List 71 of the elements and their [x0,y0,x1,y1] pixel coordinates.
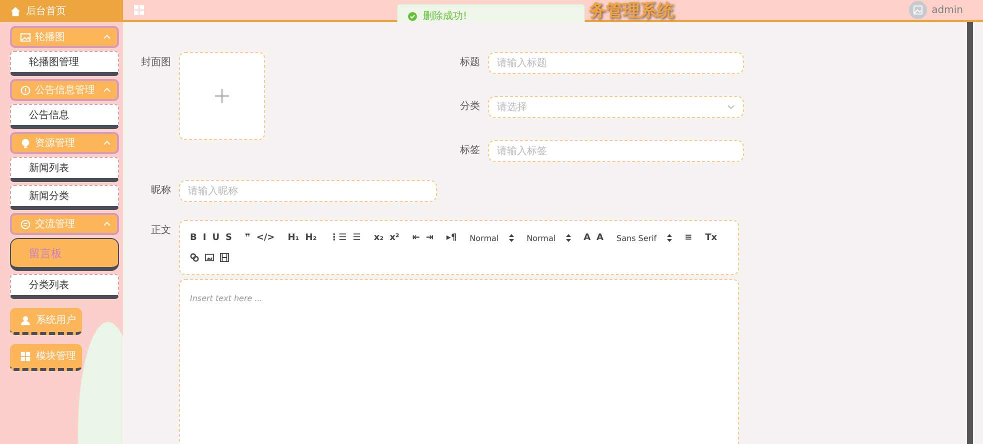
format-button[interactable]: </> [256,233,275,243]
field-label: 标题 [459,56,480,70]
input-field[interactable]: 请输入标签 [488,140,744,162]
menu-icon [20,84,31,96]
format-button[interactable]: Tx [705,233,718,243]
format-button[interactable]: ⇤ [412,233,420,243]
video-icon[interactable] [220,253,229,262]
format-button[interactable]: S [226,233,232,243]
format-button[interactable]: x² [390,233,400,243]
menu-item-label: 系统用户 [36,314,76,327]
select-placeholder: 请选择 [497,100,527,114]
home-icon [10,6,21,16]
menu-icon [20,138,31,148]
image-upload[interactable] [179,52,265,140]
toast-message: 删除成功! [423,10,468,23]
up-down-arrows-icon [566,234,571,242]
format-button[interactable]: H₂ [305,233,317,243]
menu-group-label: 轮播图 [35,30,65,44]
caret-up-icon [103,221,111,227]
chevron-down-icon [727,104,735,110]
format-picker[interactable]: Sans Serif [616,234,672,242]
format-button[interactable]: A [596,233,604,243]
menu-icon [20,32,31,42]
menu-group-label: 交流管理 [35,218,75,231]
check-icon [408,12,417,20]
field-label: 昵称 [150,184,171,198]
format-picker[interactable]: Normal [526,234,571,242]
format-button[interactable]: ▸¶ [446,233,457,243]
format-button[interactable]: B [190,233,197,243]
menu-group-label: 公告信息管理 [35,84,95,97]
submenu-item[interactable]: 新闻列表 [10,157,119,182]
submenu-item[interactable]: 分类列表 [10,274,119,299]
app-title: 务管理系统 [589,0,674,22]
user-icon [20,314,31,326]
caret-up-icon [103,87,111,93]
up-down-arrows-icon [508,234,514,242]
submenu-item[interactable]: 公告信息 [10,104,119,129]
scrollbar[interactable] [967,22,973,444]
grid-icon[interactable] [133,4,145,16]
caret-up-icon [103,140,111,146]
format-picker[interactable]: Normal [470,234,514,242]
grid-icon [20,350,31,362]
input-field[interactable]: 请输入标题 [488,52,744,74]
image-icon[interactable] [205,253,214,262]
link-icon[interactable] [190,253,199,262]
plus-icon [215,89,229,103]
format-button[interactable]: I [202,233,206,243]
field-label: 标签 [459,144,480,158]
format-button[interactable]: ⋮☰ [330,233,347,243]
editor-placeholder: Insert text here ... [190,294,262,303]
format-button[interactable]: H₁ [288,233,300,243]
input-field[interactable]: 请输入昵称 [179,180,437,202]
format-button[interactable]: A [584,233,591,243]
home-label: 后台首页 [26,4,66,18]
menu-icon [20,218,31,230]
submenu-item[interactable]: 新闻分类 [10,185,119,210]
menu-item-label: 模块管理 [36,350,76,363]
submenu-item[interactable]: 轮播图管理 [10,51,119,76]
format-button[interactable]: x₂ [374,233,384,243]
format-button[interactable]: U [212,233,220,243]
field-label: 封面图 [141,56,171,70]
format-button[interactable]: ☰ [352,233,361,243]
format-button[interactable]: ⇥ [426,233,434,243]
caret-up-icon [103,34,111,40]
avatar-icon[interactable] [908,1,927,19]
format-button[interactable]: ≡ [684,233,692,243]
field-label: 分类 [459,100,480,114]
menu-group-label: 资源管理 [35,137,75,150]
up-down-arrows-icon [666,234,672,242]
field-label: 正文 [150,224,171,238]
format-button[interactable]: ❞ [245,233,250,243]
